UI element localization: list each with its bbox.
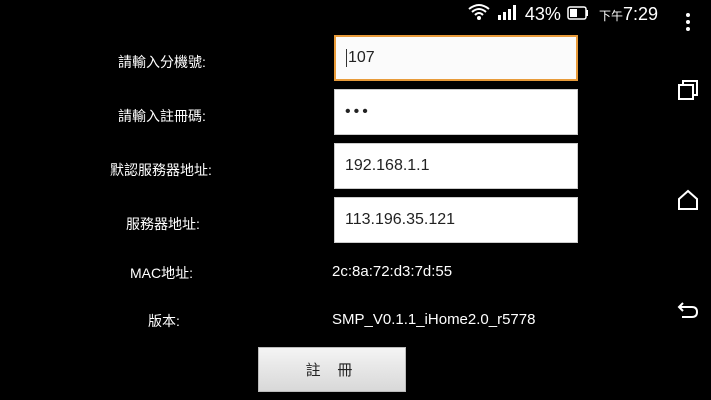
- default-server-value: 192.168.1.1: [345, 157, 430, 174]
- register-button[interactable]: 註 冊: [258, 347, 406, 392]
- server-label: 服務器地址:: [126, 216, 200, 232]
- navigation-bar: [664, 0, 711, 400]
- extension-label: 請輸入分機號:: [118, 54, 206, 70]
- mac-value: 2c:8a:72:d3:7d:55: [332, 263, 453, 280]
- recent-apps-icon[interactable]: [664, 70, 711, 110]
- signal-icon: [497, 3, 519, 25]
- text-caret: [346, 49, 347, 67]
- version-value: SMP_V0.1.1_iHome2.0_r5778: [332, 311, 536, 328]
- register-code-input[interactable]: •••: [334, 89, 578, 135]
- extension-value: 107: [348, 49, 375, 66]
- extension-input[interactable]: 107: [334, 35, 578, 81]
- time-ampm: 下午: [598, 8, 623, 23]
- battery-percent: 43%: [524, 3, 561, 24]
- wifi-icon: [467, 2, 491, 26]
- home-icon[interactable]: [664, 180, 711, 220]
- status-bar: 43% 下午7:29: [0, 0, 664, 28]
- time-text: 7:29: [622, 3, 658, 24]
- more-icon[interactable]: [664, 2, 711, 42]
- back-icon[interactable]: [664, 292, 711, 332]
- default-server-input[interactable]: 192.168.1.1: [334, 143, 578, 189]
- mac-label: MAC地址:: [130, 265, 193, 281]
- battery-icon: [567, 5, 589, 24]
- server-input[interactable]: 113.196.35.121: [334, 197, 578, 243]
- register-code-value: •••: [345, 103, 371, 120]
- server-value: 113.196.35.121: [345, 211, 456, 228]
- status-indicators: 43% 下午7:29: [467, 3, 658, 25]
- register-code-label: 請輸入註冊碼:: [118, 108, 206, 124]
- default-server-label: 默認服務器地址:: [110, 162, 212, 178]
